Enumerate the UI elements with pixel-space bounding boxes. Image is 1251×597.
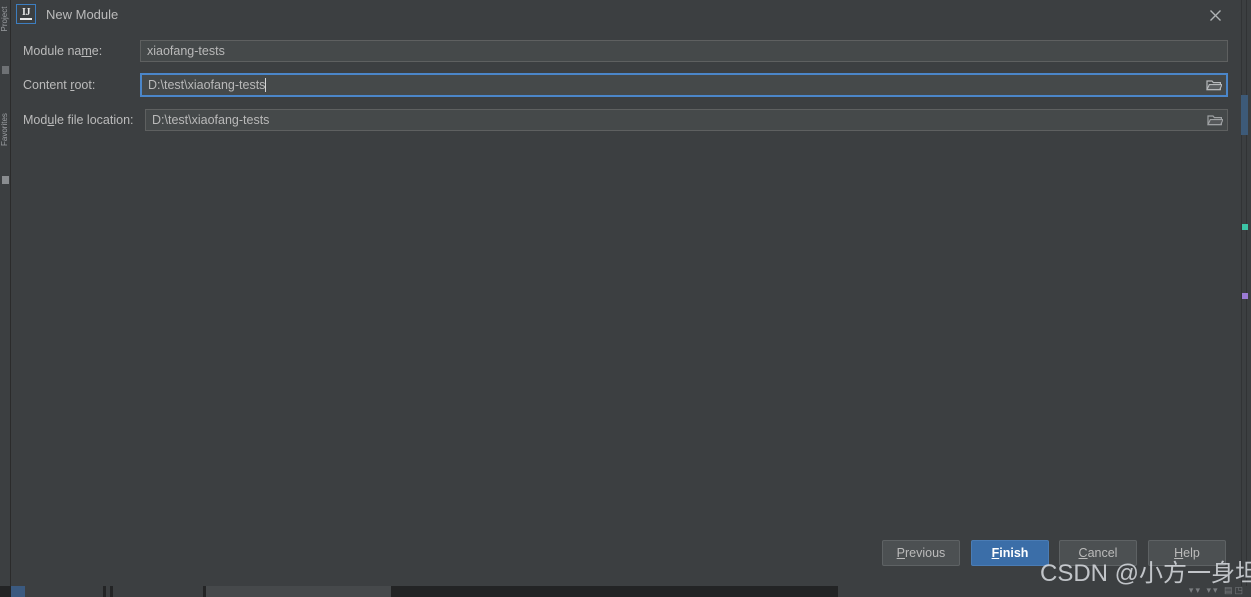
dialog-button-bar: Previous Finish Cancel Help [11, 540, 1238, 568]
module-file-location-input[interactable]: D:\test\xiaofang-tests [145, 109, 1228, 131]
label-module-name: Module name: [23, 44, 103, 58]
help-button[interactable]: Help [1148, 540, 1226, 566]
status-bar-icons[interactable]: ▾▾ ▾▾ ▤◳ [1189, 585, 1245, 596]
finish-button[interactable]: Finish [971, 540, 1049, 566]
close-icon[interactable] [1200, 3, 1230, 27]
form-row-module-name: Module name: xiaofang-tests [11, 40, 1238, 64]
screen: Project Favorites IJ New Module Module n… [0, 0, 1251, 597]
dialog-title: New Module [46, 7, 119, 22]
status-bar-accent [11, 586, 25, 597]
label-content-root: Content root: [23, 78, 96, 92]
text-caret [265, 78, 267, 92]
module-name-value: xiaofang-tests [147, 44, 225, 58]
code-marker-teal[interactable] [1242, 224, 1248, 230]
folder-icon-module-file-location[interactable] [1207, 113, 1224, 127]
cancel-button[interactable]: Cancel [1059, 540, 1137, 566]
content-root-input[interactable]: D:\test\xiaofang-tests [140, 73, 1228, 97]
module-name-input[interactable]: xiaofang-tests [140, 40, 1228, 62]
new-module-dialog: IJ New Module Module name: xiaofang-test… [11, 0, 1238, 586]
previous-button[interactable]: Previous [882, 540, 960, 566]
sidebar-label-project[interactable]: Project [0, 4, 10, 34]
module-file-location-value: D:\test\xiaofang-tests [152, 113, 270, 127]
ide-left-tool-strip[interactable]: Project Favorites [0, 0, 11, 586]
ide-status-bar[interactable]: ▾▾ ▾▾ ▤◳ [0, 585, 1251, 597]
form-row-module-file-location: Module file location: D:\test\xiaofang-t… [11, 109, 1238, 133]
content-root-value: D:\test\xiaofang-tests [148, 78, 266, 92]
status-bar-segment[interactable] [113, 586, 203, 597]
sidebar-icon-structure[interactable] [2, 66, 9, 74]
editor-scrollbar-gutter[interactable] [1238, 0, 1251, 586]
intellij-idea-logo-icon: IJ [16, 4, 36, 24]
sidebar-label-favorites[interactable]: Favorites [0, 113, 10, 146]
form-row-content-root: Content root: D:\test\xiaofang-tests [11, 73, 1238, 98]
folder-icon-content-root[interactable] [1206, 78, 1223, 92]
sidebar-icon-misc[interactable] [2, 176, 9, 184]
status-bar-segment[interactable] [206, 586, 391, 597]
code-marker-purple[interactable] [1242, 293, 1248, 299]
dialog-titlebar: IJ New Module [11, 0, 1238, 29]
status-bar-segment[interactable] [25, 586, 103, 597]
label-module-file-location: Module file location: [23, 113, 134, 127]
scrollbar-thumb[interactable] [1241, 95, 1248, 135]
status-bar-segment[interactable] [106, 586, 110, 597]
